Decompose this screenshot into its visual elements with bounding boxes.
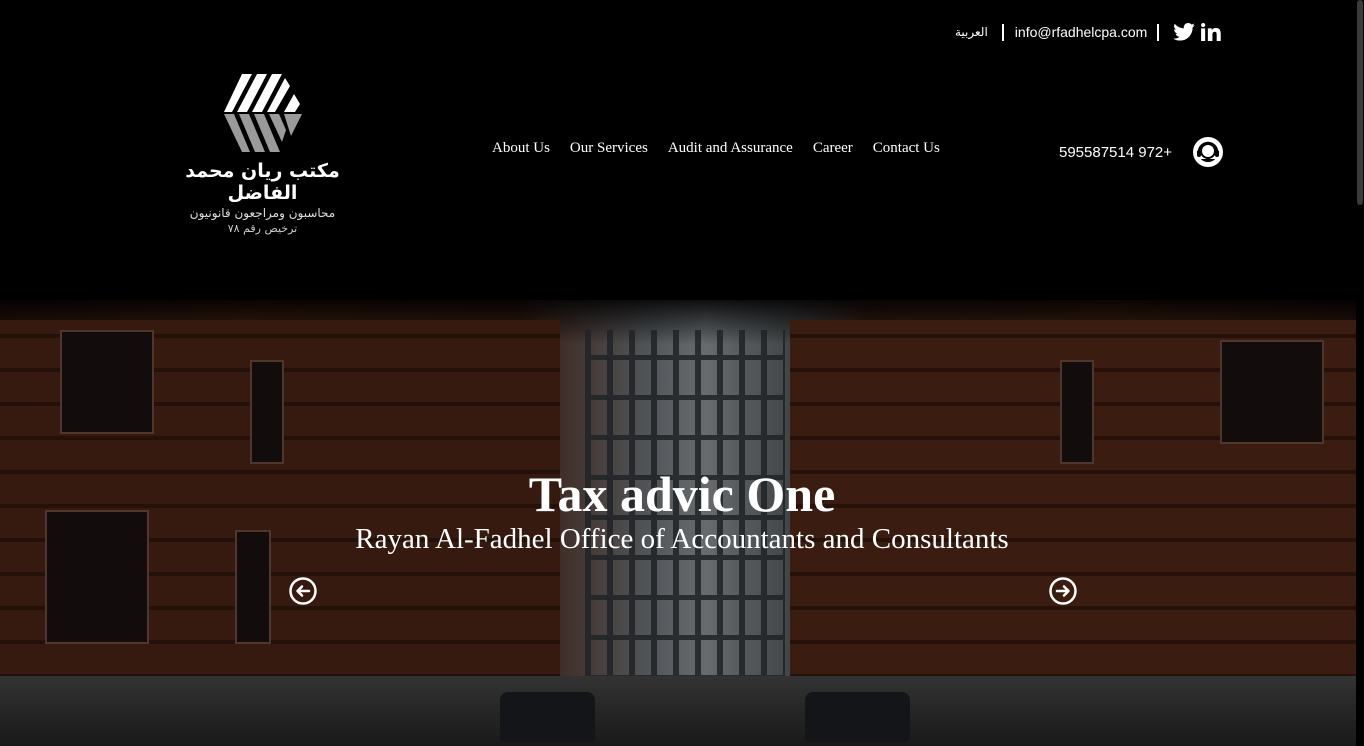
main-nav: About Us Our Services Audit and Assuranc…: [492, 140, 940, 157]
company-logo[interactable]: مكتب ريان محمد الفاضل محاسبون ومراجعون ق…: [150, 72, 375, 235]
page-scrollbar[interactable]: [1356, 0, 1364, 746]
hero-subtitle: Rayan Al-Fadhel Office of Accountants an…: [355, 523, 1009, 555]
logo-subtitle: محاسبون ومراجعون قانونيون: [189, 206, 336, 220]
language-switch[interactable]: العربية: [955, 25, 1002, 39]
logo-license: ترخيص رقم ٧٨: [227, 222, 298, 235]
slider-prev-button[interactable]: [289, 577, 317, 605]
phone-number[interactable]: 595587514 972+: [1059, 144, 1172, 161]
hero-title: Tax advic One: [528, 466, 836, 522]
nav-audit-assurance[interactable]: Audit and Assurance: [668, 140, 793, 157]
linkedin-icon[interactable]: [1201, 23, 1222, 41]
scrollbar-thumb[interactable]: [1357, 0, 1363, 205]
nav-our-services[interactable]: Our Services: [570, 140, 648, 157]
hero-slider: Tax advic One Rayan Al-Fadhel Office of …: [0, 300, 1356, 746]
arrow-left-icon: [289, 577, 317, 605]
nav-contact-us[interactable]: Contact Us: [873, 140, 940, 157]
twitter-icon[interactable]: [1173, 23, 1196, 41]
social-links: [1159, 23, 1222, 41]
nav-about-us[interactable]: About Us: [492, 140, 550, 157]
email-link[interactable]: info@rfadhelcpa.com: [1004, 24, 1158, 40]
logo-title: مكتب ريان محمد الفاضل: [185, 160, 340, 204]
logo-mark-icon: [220, 73, 305, 153]
top-bar: العربية info@rfadhelcpa.com: [955, 20, 1222, 44]
arrow-right-icon: [1049, 577, 1077, 605]
slider-next-button[interactable]: [1049, 577, 1077, 605]
headset-icon: [1192, 136, 1224, 173]
nav-career[interactable]: Career: [813, 140, 853, 157]
